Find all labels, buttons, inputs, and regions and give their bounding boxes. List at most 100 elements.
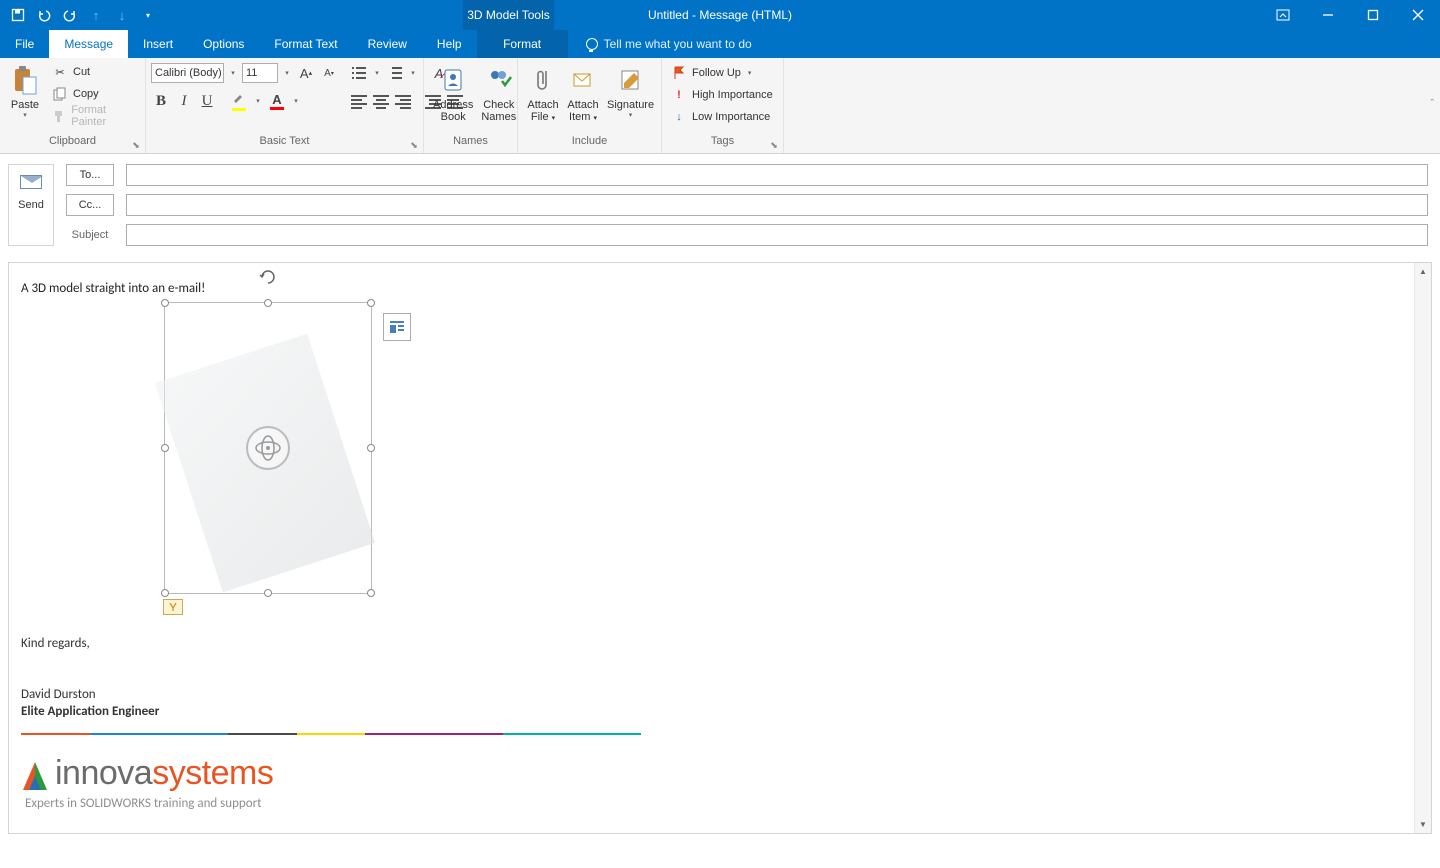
chevron-down-icon[interactable]: ▾ (227, 69, 239, 77)
vertical-scrollbar[interactable]: ▲ ▼ (1414, 263, 1431, 833)
tell-me-search[interactable]: Tell me what you want to do (568, 30, 767, 58)
format-painter-button: Format Painter (48, 105, 140, 127)
rotate-handle-icon[interactable] (258, 267, 278, 287)
save-icon[interactable] (6, 3, 30, 27)
align-center-icon[interactable] (371, 91, 391, 111)
tab-format-text[interactable]: Format Text (259, 30, 352, 58)
basic-text-launcher-icon[interactable]: ⬊ (408, 139, 420, 151)
follow-up-button[interactable]: Follow Up▾ (667, 62, 777, 84)
underline-button[interactable]: U (197, 91, 217, 111)
grow-font-icon[interactable]: A▴ (296, 63, 316, 83)
to-input[interactable] (126, 164, 1428, 186)
down-arrow-icon: ↓ (671, 109, 687, 125)
smart-tag-icon[interactable] (163, 599, 183, 615)
bold-button[interactable]: B (151, 91, 171, 111)
close-icon[interactable] (1395, 0, 1440, 30)
clipboard-launcher-icon[interactable]: ⬊ (130, 139, 142, 151)
high-importance-button[interactable]: !High Importance (667, 84, 777, 106)
font-size-input[interactable]: 11 (242, 63, 278, 83)
highlight-button[interactable] (229, 91, 249, 111)
resize-handle[interactable] (367, 299, 375, 307)
orbit-icon[interactable] (246, 426, 290, 470)
low-importance-button[interactable]: ↓Low Importance (667, 106, 777, 128)
paste-button[interactable]: Paste ▾ (5, 61, 45, 135)
numbering-button[interactable] (385, 63, 405, 83)
minimize-icon[interactable] (1305, 0, 1350, 30)
resize-handle[interactable] (264, 299, 272, 307)
collapse-ribbon-icon[interactable]: ˆ (1430, 98, 1434, 110)
3d-model-selection[interactable] (164, 302, 372, 594)
font-color-button[interactable]: A (267, 91, 287, 111)
cut-button[interactable]: ✂Cut (48, 61, 140, 83)
copy-icon (52, 86, 68, 102)
scroll-down-icon[interactable]: ▼ (1415, 816, 1431, 833)
ribbon-display-icon[interactable] (1260, 0, 1305, 30)
send-button[interactable]: Send (8, 164, 54, 246)
tab-format-3d[interactable]: Format (477, 30, 568, 58)
paintbrush-icon (52, 108, 66, 124)
paste-label: Paste (11, 99, 39, 111)
maximize-icon[interactable] (1350, 0, 1395, 30)
tab-message[interactable]: Message (49, 30, 128, 58)
check-names-button[interactable]: Check Names (477, 61, 520, 135)
align-left-icon[interactable] (349, 91, 369, 111)
tab-help[interactable]: Help (422, 30, 477, 58)
group-label-basic-text: Basic Text (260, 135, 310, 147)
message-body[interactable]: A 3D model straight into an e-mail! Kind… (9, 263, 1431, 833)
align-right-icon[interactable] (393, 91, 413, 111)
resize-handle[interactable] (367, 589, 375, 597)
resize-handle[interactable] (161, 299, 169, 307)
next-icon: ↓ (110, 3, 134, 27)
previous-icon: ↑ (84, 3, 108, 27)
attach-item-button[interactable]: Attach Item ▾ (563, 61, 603, 135)
quick-access-toolbar: ↑ ↓ ▾ (0, 3, 160, 27)
layout-options-icon[interactable] (383, 313, 411, 341)
redo-icon[interactable] (58, 3, 82, 27)
chevron-down-icon[interactable]: ▾ (252, 97, 264, 105)
tab-review[interactable]: Review (353, 30, 422, 58)
signature-button[interactable]: Signature ▾ (603, 61, 658, 135)
undo-icon[interactable] (32, 3, 56, 27)
subject-label: Subject (66, 224, 114, 246)
tab-file[interactable]: File (0, 30, 49, 58)
address-book-button[interactable]: Address Book (429, 61, 477, 135)
envelope-icon (20, 175, 42, 189)
scroll-track[interactable] (1415, 280, 1431, 816)
cc-button[interactable]: Cc... (66, 194, 114, 216)
tab-options[interactable]: Options (188, 30, 259, 58)
shrink-font-icon[interactable]: A▾ (319, 63, 339, 83)
paperclip-icon (527, 64, 559, 96)
exclamation-icon: ! (671, 87, 687, 103)
check-names-icon (483, 64, 515, 96)
tell-me-label: Tell me what you want to do (604, 37, 752, 51)
logo-mark-icon (21, 760, 49, 794)
scroll-up-icon[interactable]: ▲ (1415, 263, 1431, 280)
resize-handle[interactable] (264, 589, 272, 597)
italic-button[interactable]: I (174, 91, 194, 111)
window-title: Untitled - Message (HTML) (0, 8, 1440, 22)
copy-button[interactable]: Copy (48, 83, 140, 105)
resize-handle[interactable] (367, 444, 375, 452)
chevron-down-icon[interactable]: ▾ (407, 69, 419, 77)
chevron-down-icon[interactable]: ▾ (290, 97, 302, 105)
sender-name: David Durston (21, 687, 1413, 702)
scissors-icon: ✂ (52, 64, 68, 80)
title-bar: ↑ ↓ ▾ 3D Model Tools Untitled - Message … (0, 0, 1440, 30)
chevron-down-icon[interactable]: ▾ (281, 69, 293, 77)
bullets-button[interactable] (349, 63, 369, 83)
customize-qat-icon[interactable]: ▾ (136, 3, 160, 27)
to-button[interactable]: To... (66, 164, 114, 186)
subject-input[interactable] (126, 224, 1428, 246)
attach-file-button[interactable]: Attach File ▾ (523, 61, 563, 135)
group-label-clipboard: Clipboard (49, 135, 96, 147)
resize-handle[interactable] (161, 444, 169, 452)
group-basic-text: Calibri (Body)▾ 11▾ A▴ A▾ B I U ▾ A▾ ▾ (146, 58, 424, 153)
body-line-1: A 3D model straight into an e-mail! (21, 281, 1413, 296)
group-label-include: Include (572, 135, 607, 147)
resize-handle[interactable] (161, 589, 169, 597)
font-family-input[interactable]: Calibri (Body) (151, 63, 224, 83)
tab-insert[interactable]: Insert (128, 30, 188, 58)
cc-input[interactable] (126, 194, 1428, 216)
chevron-down-icon[interactable]: ▾ (371, 69, 383, 77)
tags-launcher-icon[interactable]: ⬊ (768, 139, 780, 151)
